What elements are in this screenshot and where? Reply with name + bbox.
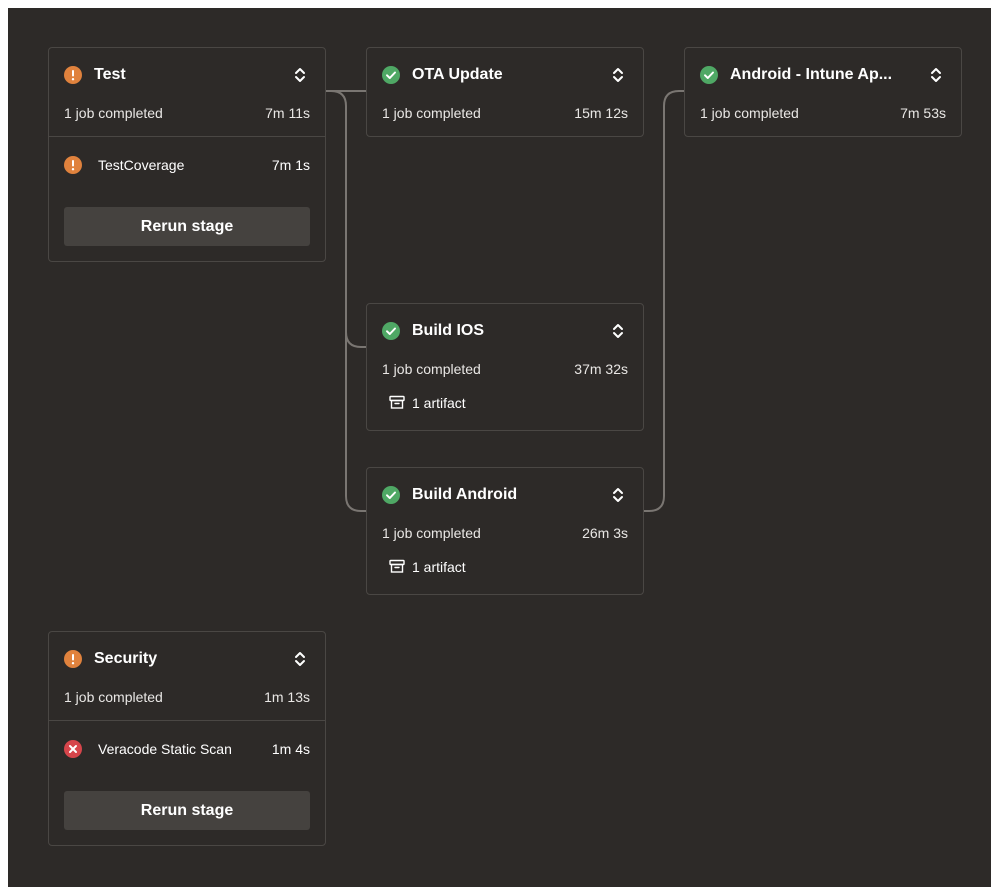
expand-toggle-icon[interactable] [608, 485, 628, 505]
archive-icon [389, 559, 405, 576]
stage-duration: 26m 3s [582, 525, 628, 541]
error-icon [64, 740, 82, 758]
stage-header: Security [64, 649, 310, 669]
divider [49, 136, 325, 137]
jobs-completed-text: 1 job completed [382, 525, 481, 541]
expand-toggle-icon[interactable] [608, 321, 628, 341]
stage-summary: 1 job completed 15m 12s [382, 104, 628, 122]
jobs-completed-text: 1 job completed [382, 361, 481, 377]
artifact-link[interactable]: 1 artifact [389, 558, 466, 576]
stage-header: Build IOS [382, 321, 628, 341]
stage-card-build-ios: Build IOS 1 job completed 37m 32s 1 arti… [366, 303, 644, 431]
check-icon [382, 66, 400, 84]
stage-duration: 15m 12s [574, 105, 628, 121]
job-row-testcoverage[interactable]: TestCoverage 7m 1s [64, 155, 310, 175]
stage-title[interactable]: Security [94, 650, 282, 668]
stage-title[interactable]: Build IOS [412, 322, 600, 340]
jobs-completed-text: 1 job completed [64, 689, 163, 705]
jobs-completed-text: 1 job completed [700, 105, 799, 121]
jobs-completed-text: 1 job completed [382, 105, 481, 121]
stage-header: Test [64, 65, 310, 85]
check-icon [700, 66, 718, 84]
stage-duration: 7m 53s [900, 105, 946, 121]
stage-summary: 1 job completed 26m 3s [382, 524, 628, 542]
stage-card-security: Security 1 job completed 1m 13s Veracode… [48, 631, 326, 846]
stage-header: Build Android [382, 485, 628, 505]
stage-summary: 1 job completed 37m 32s [382, 360, 628, 378]
stage-title[interactable]: Android - Intune Ap... [730, 66, 918, 84]
divider [49, 720, 325, 721]
job-row-veracode-static-scan[interactable]: Veracode Static Scan 1m 4s [64, 739, 310, 759]
job-duration: 1m 4s [271, 741, 310, 757]
expand-toggle-icon[interactable] [608, 65, 628, 85]
stage-card-android-intune: Android - Intune Ap... 1 job completed 7… [684, 47, 962, 137]
stage-card-test: Test 1 job completed 7m 11s TestCoverage… [48, 47, 326, 262]
stage-summary: 1 job completed 7m 53s [700, 104, 946, 122]
job-duration: 7m 1s [271, 157, 310, 173]
job-name: Veracode Static Scan [98, 741, 232, 757]
stage-header: OTA Update [382, 65, 628, 85]
rerun-stage-button[interactable]: Rerun stage [64, 207, 310, 246]
expand-toggle-icon[interactable] [290, 649, 310, 669]
stage-summary: 1 job completed 1m 13s [64, 688, 310, 706]
warning-icon [64, 66, 82, 84]
expand-toggle-icon[interactable] [290, 65, 310, 85]
warning-icon [64, 156, 82, 174]
stage-header: Android - Intune Ap... [700, 65, 946, 85]
artifact-count: 1 artifact [412, 559, 466, 575]
rerun-stage-button[interactable]: Rerun stage [64, 791, 310, 830]
check-icon [382, 322, 400, 340]
artifact-count: 1 artifact [412, 395, 466, 411]
stage-duration: 7m 11s [265, 105, 310, 121]
stage-title[interactable]: Test [94, 66, 282, 84]
stage-duration: 1m 13s [264, 689, 310, 705]
stage-title[interactable]: Build Android [412, 486, 600, 504]
archive-icon [389, 395, 405, 412]
job-name: TestCoverage [98, 157, 185, 173]
warning-icon [64, 650, 82, 668]
stage-duration: 37m 32s [574, 361, 628, 377]
stage-card-ota-update: OTA Update 1 job completed 15m 12s [366, 47, 644, 137]
expand-toggle-icon[interactable] [926, 65, 946, 85]
check-icon [382, 486, 400, 504]
stage-summary: 1 job completed 7m 11s [64, 104, 310, 122]
stage-title[interactable]: OTA Update [412, 66, 600, 84]
jobs-completed-text: 1 job completed [64, 105, 163, 121]
stage-card-build-android: Build Android 1 job completed 26m 3s 1 a… [366, 467, 644, 595]
artifact-link[interactable]: 1 artifact [389, 394, 466, 412]
